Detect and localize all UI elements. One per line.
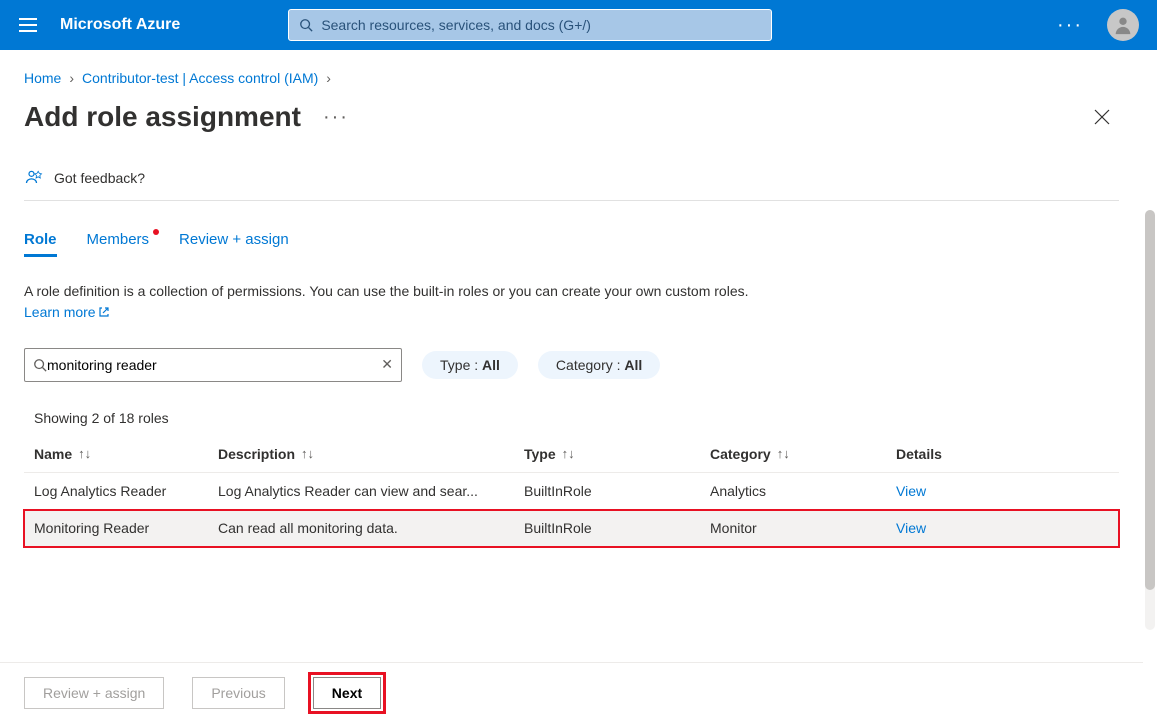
close-button[interactable] xyxy=(1085,100,1119,134)
cell-category: Analytics xyxy=(710,483,896,499)
table-row-selected[interactable]: Monitoring Reader Can read all monitorin… xyxy=(24,510,1119,547)
col-category-label: Category xyxy=(710,446,771,462)
feedback-label: Got feedback? xyxy=(54,170,145,186)
review-assign-button[interactable]: Review + assign xyxy=(24,677,164,709)
scrollbar-thumb[interactable] xyxy=(1145,210,1155,590)
col-details-label: Details xyxy=(896,446,942,462)
sort-icon: ↑↓ xyxy=(301,446,314,461)
col-description-label: Description xyxy=(218,446,295,462)
cell-type: BuiltInRole xyxy=(524,483,710,499)
results-count: Showing 2 of 18 roles xyxy=(34,410,1119,426)
cell-name: Log Analytics Reader xyxy=(34,483,218,499)
sort-icon: ↑↓ xyxy=(777,446,790,461)
external-link-icon xyxy=(98,303,110,324)
table-row[interactable]: Log Analytics Reader Log Analytics Reade… xyxy=(24,473,1119,510)
breadcrumb-item[interactable]: Contributor-test | Access control (IAM) xyxy=(82,70,318,86)
sort-icon: ↑↓ xyxy=(562,446,575,461)
learn-more-label: Learn more xyxy=(24,304,96,320)
tab-role[interactable]: Role xyxy=(24,231,57,257)
tab-members-label: Members xyxy=(87,231,150,248)
title-more-button[interactable]: ··· xyxy=(323,106,349,129)
role-description-text: A role definition is a collection of per… xyxy=(24,283,749,299)
person-icon xyxy=(1112,14,1134,36)
hamburger-icon xyxy=(19,18,37,32)
col-name-label: Name xyxy=(34,446,72,462)
view-link[interactable]: View xyxy=(896,520,926,536)
titlebar: Add role assignment ··· xyxy=(24,100,1119,134)
divider xyxy=(24,200,1119,201)
roles-table: Name ↑↓ Description ↑↓ Type ↑↓ Category ↑↓ D… xyxy=(24,436,1119,547)
page-title: Add role assignment xyxy=(24,101,301,133)
global-search-input[interactable] xyxy=(321,17,761,33)
menu-button[interactable] xyxy=(8,5,48,45)
role-description: A role definition is a collection of per… xyxy=(24,281,784,324)
tab-review-assign[interactable]: Review + assign xyxy=(179,231,289,257)
search-icon xyxy=(299,18,313,32)
global-search-wrap xyxy=(288,9,772,41)
role-search[interactable]: ✕ xyxy=(24,348,402,382)
role-search-input[interactable] xyxy=(47,357,381,373)
view-link[interactable]: View xyxy=(896,483,926,499)
topbar: Microsoft Azure ··· xyxy=(0,0,1157,50)
content-area: Home › Contributor-test | Access control… xyxy=(0,50,1143,723)
col-description[interactable]: Description ↑↓ xyxy=(218,446,524,462)
col-category[interactable]: Category ↑↓ xyxy=(710,446,896,462)
chevron-right-icon: › xyxy=(69,70,74,86)
category-filter-value: All xyxy=(624,357,642,373)
tabs: Role Members Review + assign xyxy=(24,231,1119,257)
col-details: Details xyxy=(896,446,1056,462)
category-filter-label: Category : xyxy=(556,357,624,373)
type-filter-label: Type : xyxy=(440,357,482,373)
previous-button[interactable]: Previous xyxy=(192,677,284,709)
close-icon xyxy=(1094,109,1110,125)
type-filter-value: All xyxy=(482,357,500,373)
filter-row: ✕ Type : All Category : All xyxy=(24,348,1119,382)
breadcrumb: Home › Contributor-test | Access control… xyxy=(24,70,1119,86)
global-search[interactable] xyxy=(288,9,772,41)
attention-dot-icon xyxy=(153,229,159,235)
user-avatar[interactable] xyxy=(1107,9,1139,41)
cell-name: Monitoring Reader xyxy=(34,520,218,536)
cell-category: Monitor xyxy=(710,520,896,536)
topbar-more-button[interactable]: ··· xyxy=(1043,14,1097,37)
learn-more-link[interactable]: Learn more xyxy=(24,304,110,320)
search-icon xyxy=(33,358,47,372)
feedback-icon xyxy=(24,168,44,188)
clear-search-button[interactable]: ✕ xyxy=(381,356,393,373)
col-type[interactable]: Type ↑↓ xyxy=(524,446,710,462)
cell-description: Log Analytics Reader can view and sear..… xyxy=(218,483,524,499)
sort-icon: ↑↓ xyxy=(78,446,91,461)
col-name[interactable]: Name ↑↓ xyxy=(34,446,218,462)
cell-description: Can read all monitoring data. xyxy=(218,520,524,536)
table-header: Name ↑↓ Description ↑↓ Type ↑↓ Category ↑↓ D… xyxy=(24,436,1119,473)
breadcrumb-home[interactable]: Home xyxy=(24,70,61,86)
category-filter-pill[interactable]: Category : All xyxy=(538,351,660,379)
bottom-bar: Review + assign Previous Next xyxy=(0,662,1143,723)
tab-members[interactable]: Members xyxy=(87,231,150,257)
brand-label[interactable]: Microsoft Azure xyxy=(48,16,198,34)
cell-type: BuiltInRole xyxy=(524,520,710,536)
col-type-label: Type xyxy=(524,446,556,462)
next-button[interactable]: Next xyxy=(313,677,381,709)
feedback-link[interactable]: Got feedback? xyxy=(24,168,1119,188)
scrollbar-track[interactable] xyxy=(1145,210,1155,630)
chevron-right-icon: › xyxy=(326,70,331,86)
type-filter-pill[interactable]: Type : All xyxy=(422,351,518,379)
